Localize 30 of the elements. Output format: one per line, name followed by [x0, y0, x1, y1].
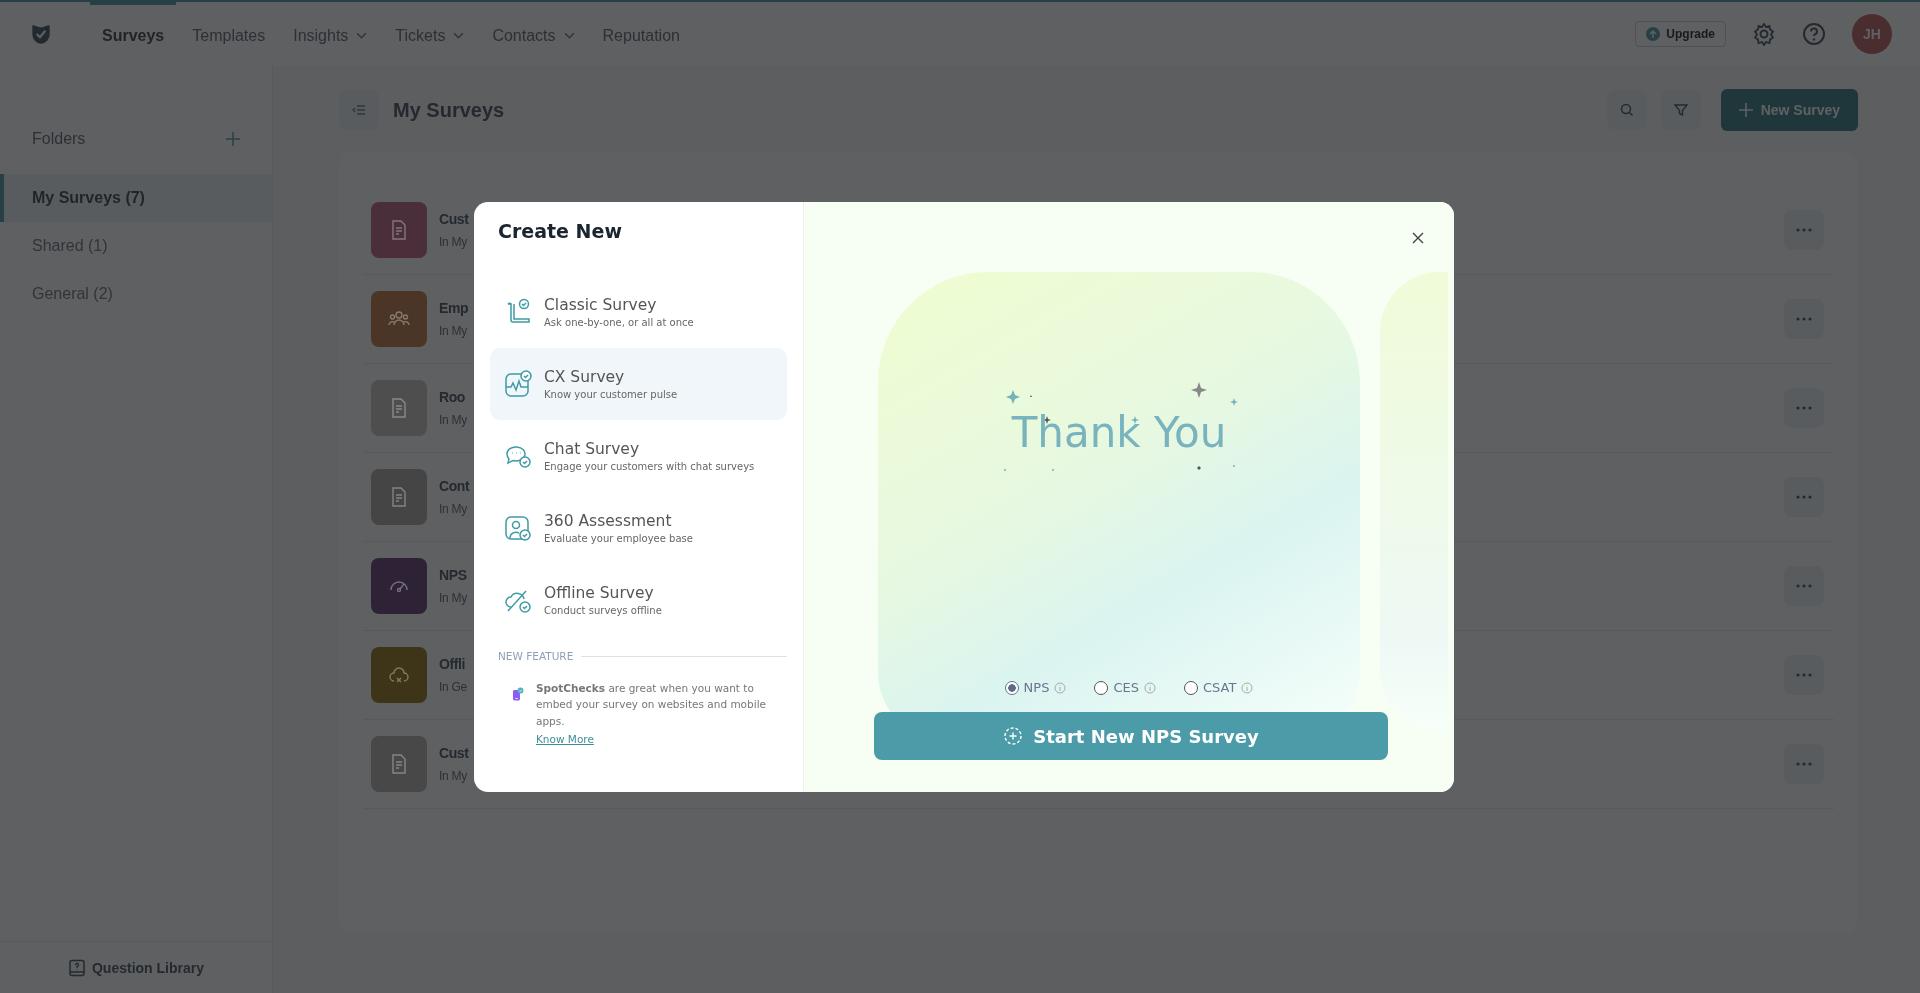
survey-type-option[interactable]: 360 Assessment Evaluate your employee base	[490, 492, 787, 564]
spotchecks-description: SpotChecks are great when you want to embed your survey on websites and mobile apps.	[535, 681, 767, 729]
question-library-button[interactable]: Question Library	[0, 941, 272, 993]
know-more-link[interactable]: Know More	[535, 732, 594, 745]
metric-label: NPS	[1023, 680, 1050, 695]
thank-you-text: Thank You	[1011, 407, 1227, 457]
survey-type-option[interactable]: Classic Survey Ask one-by-one, or all at once	[490, 276, 787, 348]
survey-title[interactable]: Cust	[439, 745, 469, 761]
nav-tab[interactable]: Surveys	[90, 2, 177, 66]
start-survey-button[interactable]: Start New NPS Survey	[874, 712, 1388, 760]
survey-title[interactable]: Cont	[439, 478, 470, 494]
survey-title[interactable]: Emp	[439, 300, 469, 316]
dialog-title: Create New	[498, 220, 623, 242]
survey-type-option[interactable]: CX Survey Know your customer pulse	[490, 348, 787, 420]
info-icon[interactable]	[1054, 681, 1067, 694]
info-icon[interactable]	[1144, 681, 1156, 694]
survey-type-icon	[502, 368, 534, 400]
close-icon	[1412, 232, 1424, 244]
metric-label: CES	[1113, 680, 1139, 695]
survey-title[interactable]: Offli	[439, 656, 467, 672]
survey-title[interactable]: Cust	[439, 211, 469, 227]
survey-title[interactable]: NPS	[439, 567, 467, 583]
survey-title[interactable]: Roo	[439, 389, 467, 405]
new-feature-label: NEW FEATURE	[498, 650, 574, 662]
survey-type-option[interactable]: Offline Survey Conduct surveys offline	[490, 564, 787, 636]
page-title: My Surveys	[393, 98, 505, 122]
info-icon[interactable]	[1241, 681, 1254, 694]
add-circle-icon	[1003, 726, 1024, 746]
metric-label: CSAT	[1203, 680, 1237, 695]
survey-type-option[interactable]: Chat Survey Engage your customers with chat surveys	[490, 420, 787, 492]
